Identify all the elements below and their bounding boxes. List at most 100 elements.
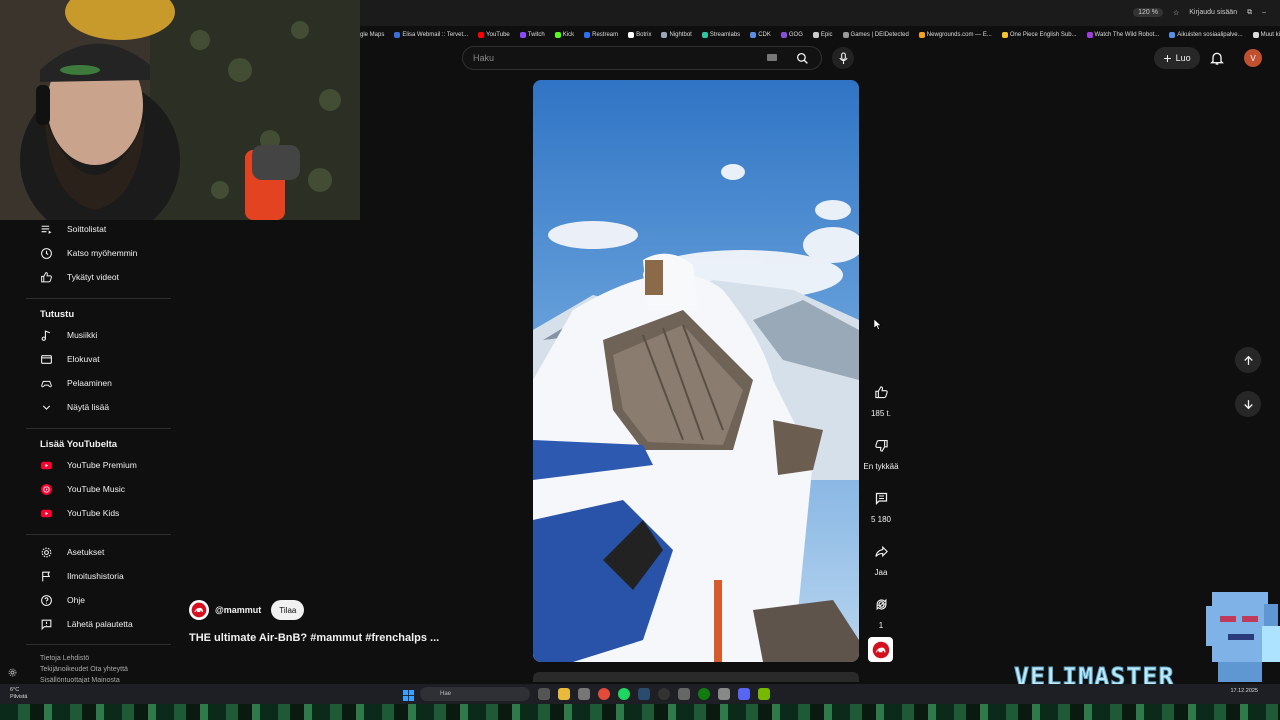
- bookmark-item[interactable]: gle Maps: [360, 32, 384, 38]
- sidebar-item-youtube-kids[interactable]: YouTube Kids: [40, 503, 119, 523]
- settings-app-icon[interactable]: [718, 688, 730, 700]
- bookmarks-bar: gle Maps Elisa Webmail :: Tervet... YouTub…: [360, 27, 1280, 43]
- footer-links-3[interactable]: Sisällöntuottajat Mainosta: [40, 675, 128, 683]
- channel-avatar[interactable]: [189, 600, 209, 620]
- sidebar-item-label: Soittolistat: [67, 224, 107, 234]
- comments-button[interactable]: 5 180: [862, 483, 900, 524]
- search-box[interactable]: Haku: [462, 46, 822, 70]
- bookmark-item[interactable]: GOG: [780, 32, 803, 38]
- sidebar-item-music[interactable]: Musiikki: [40, 325, 97, 345]
- keyboard-icon[interactable]: [767, 54, 777, 61]
- create-button[interactable]: + Luo: [1154, 47, 1200, 69]
- bookmark-favicon-icon: [780, 32, 787, 38]
- thumbs-up-icon: [41, 271, 52, 282]
- bookmark-label: Aikuisten sosiaalipalve...: [1177, 32, 1243, 38]
- short-video-player[interactable]: [533, 80, 859, 662]
- voice-search-button[interactable]: [832, 47, 854, 69]
- bookmark-item[interactable]: Kick: [554, 32, 575, 38]
- bookmark-favicon-icon: [628, 32, 635, 38]
- bookmark-item[interactable]: Nightbot: [661, 32, 692, 38]
- discord-icon[interactable]: [738, 688, 750, 700]
- bookmark-item[interactable]: Aikuisten sosiaalipalve...: [1169, 32, 1243, 38]
- signin-link[interactable]: Kirjaudu sisään: [1189, 9, 1237, 16]
- bookmark-label: CDK: [758, 32, 771, 38]
- chrome-icon[interactable]: [598, 688, 610, 700]
- nvidia-icon[interactable]: [758, 688, 770, 700]
- mammut-logo-icon: [872, 641, 889, 658]
- footer-links-2[interactable]: Tekijänoikeudet Ota yhteyttä: [40, 664, 128, 675]
- sidebar-item-show-more[interactable]: Näytä lisää: [40, 397, 109, 417]
- store-icon[interactable]: [578, 688, 590, 700]
- bookmark-item[interactable]: YouTube: [478, 32, 510, 38]
- overlay-pixel-strip: [0, 704, 1280, 720]
- bookmark-item[interactable]: CDK: [750, 32, 771, 38]
- taskbar-search[interactable]: Hae: [420, 687, 530, 701]
- bookmark-item[interactable]: Games | DEIDetected: [842, 32, 909, 38]
- bookmark-favicon-icon: [478, 32, 485, 38]
- bookmark-label: Watch The Wild Robot...: [1094, 32, 1160, 38]
- subscribe-button[interactable]: Tilaa: [271, 600, 305, 620]
- youtube-music-icon: [41, 483, 52, 495]
- minimize-icon[interactable]: –: [1262, 9, 1266, 16]
- sidebar-item-label: Elokuvat: [67, 354, 100, 364]
- next-short-button[interactable]: [1235, 391, 1261, 417]
- sidebar-item-playlists[interactable]: Soittolistat: [40, 219, 106, 239]
- youtube-kids-icon: [41, 509, 52, 517]
- bookmark-label: Kick: [562, 32, 575, 38]
- file-explorer-icon[interactable]: [558, 688, 570, 700]
- dislike-button[interactable]: En tykkää: [862, 430, 900, 471]
- feedback-icon: [41, 619, 52, 630]
- account-avatar[interactable]: V: [1244, 49, 1262, 67]
- like-button[interactable]: 185 t.: [862, 377, 900, 418]
- notifications-button[interactable]: [1209, 50, 1225, 71]
- steam-icon[interactable]: [638, 688, 650, 700]
- sidebar-item-youtube-premium[interactable]: YouTube Premium: [40, 455, 137, 475]
- sidebar-item-liked-videos[interactable]: Tykätyt videot: [40, 267, 119, 287]
- sidebar-item-settings[interactable]: Asetukset: [40, 542, 104, 562]
- footer-links-1[interactable]: Tietoja Lehdistö: [40, 653, 128, 664]
- app-icon[interactable]: [678, 688, 690, 700]
- extensions-icon[interactable]: ⧉: [1247, 9, 1252, 17]
- next-short-preview[interactable]: [533, 672, 859, 682]
- short-title[interactable]: THE ultimate Air-BnB? #mammut #frenchalp…: [189, 632, 439, 644]
- bookmark-item[interactable]: Newgrounds.com — E...: [918, 32, 992, 38]
- webcam-overlay: [0, 0, 360, 220]
- taskbar-clock[interactable]: 17.12.2025: [1230, 688, 1258, 694]
- bookmark-item[interactable]: Streamlabs: [701, 32, 740, 38]
- bookmark-item[interactable]: Botrix: [628, 32, 651, 38]
- channel-thumbnail[interactable]: [868, 637, 893, 662]
- sidebar-item-gaming[interactable]: Pelaaminen: [40, 373, 112, 393]
- bookmark-item[interactable]: Elisa Webmail :: Tervet...: [394, 32, 468, 38]
- bookmark-favicon-icon: [918, 32, 925, 38]
- bookmark-item[interactable]: Watch The Wild Robot...: [1086, 32, 1160, 38]
- sidebar-item-send-feedback[interactable]: Lähetä palautetta: [40, 614, 133, 634]
- remix-button[interactable]: 1: [862, 589, 900, 630]
- obs-icon[interactable]: [658, 688, 670, 700]
- sidebar-item-watch-later[interactable]: Katso myöhemmin: [40, 243, 137, 263]
- sidebar-item-label: YouTube Music: [67, 484, 125, 494]
- bookmark-item[interactable]: Restream: [584, 32, 618, 38]
- channel-handle[interactable]: @mammut: [215, 605, 261, 615]
- weather-widget[interactable]: 6°C Pilvistä: [10, 687, 27, 701]
- sidebar-item-youtube-music[interactable]: YouTube Music: [40, 479, 125, 499]
- bookmark-item[interactable]: Epic: [812, 32, 833, 38]
- task-view-icon[interactable]: [538, 688, 550, 700]
- bookmark-item[interactable]: Twitch: [519, 32, 545, 38]
- search-input[interactable]: Haku: [473, 53, 494, 63]
- share-button[interactable]: Jaa: [862, 536, 900, 577]
- previous-short-button[interactable]: [1235, 347, 1261, 373]
- bookmark-item[interactable]: Muut kirjanmerkit: [1252, 32, 1280, 38]
- bookmark-item[interactable]: One Piece English Sub...: [1001, 32, 1077, 38]
- xbox-icon[interactable]: [698, 688, 710, 700]
- spotify-icon[interactable]: [618, 688, 630, 700]
- small-gear-icon[interactable]: [8, 664, 17, 682]
- video-frame: [533, 80, 859, 662]
- sidebar-item-help[interactable]: Ohje: [40, 590, 85, 610]
- sidebar-item-report-history[interactable]: Ilmoitushistoria: [40, 566, 124, 586]
- sidebar-item-label: Tykätyt videot: [67, 272, 119, 282]
- search-button[interactable]: [783, 47, 821, 69]
- star-icon[interactable]: ☆: [1173, 9, 1179, 17]
- sidebar-item-movies[interactable]: Elokuvat: [40, 349, 100, 369]
- help-icon: [41, 594, 52, 606]
- zoom-indicator[interactable]: 120 %: [1133, 8, 1163, 17]
